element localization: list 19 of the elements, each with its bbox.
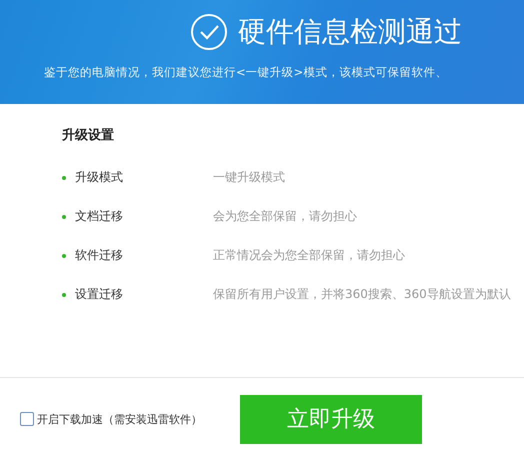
bullet-icon bbox=[62, 254, 66, 258]
setting-value: 保留所有用户设置，并将360搜索、360导航设置为默认 bbox=[213, 286, 511, 303]
bullet-icon bbox=[62, 176, 66, 180]
check-circle-icon bbox=[190, 13, 228, 51]
section-heading: 升级设置 bbox=[62, 127, 115, 144]
setting-label: 升级模式 bbox=[75, 169, 124, 186]
bullet-icon bbox=[62, 214, 66, 218]
setting-value: 正常情况会为您全部保留，请勿担心 bbox=[213, 247, 405, 264]
accelerate-label: 开启下载加速（需安装迅雷软件） bbox=[37, 412, 202, 426]
setting-label: 文档迁移 bbox=[75, 208, 124, 225]
setting-label: 设置迁移 bbox=[75, 286, 124, 303]
header-title: 硬件信息检测通过 bbox=[238, 14, 462, 50]
bullet-icon bbox=[62, 292, 66, 296]
setting-label: 软件迁移 bbox=[75, 247, 124, 264]
accelerate-checkbox[interactable] bbox=[20, 412, 34, 426]
upgrade-button[interactable]: 立即升级 bbox=[240, 394, 422, 444]
setting-value: 会为您全部保留，请勿担心 bbox=[213, 208, 357, 225]
header-subtitle: 鉴于您的电脑情况，我们建议您进行<一键升级>模式，该模式可保留软件、 bbox=[44, 65, 448, 80]
setting-value: 一键升级模式 bbox=[213, 169, 285, 186]
